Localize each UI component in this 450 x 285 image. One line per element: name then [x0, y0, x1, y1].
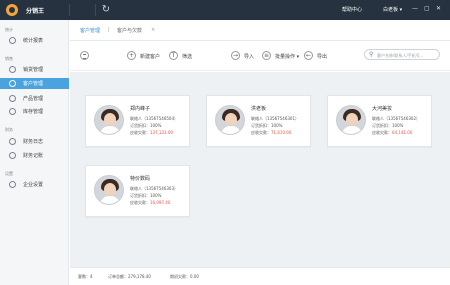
export-icon: ← [304, 51, 313, 60]
money-icon [9, 152, 16, 159]
clock-icon [9, 138, 16, 145]
sidebar-item-label: 财务日志 [23, 139, 44, 145]
customer-discount: 订货折扣：100% [372, 123, 404, 128]
breadcrumb-divider: | [108, 27, 110, 33]
customer-discount: 订货折扣：100% [130, 193, 162, 198]
sidebar-item-label: 库存管理 [23, 109, 44, 115]
sidebar-item-sales[interactable]: 销货管理 [0, 64, 69, 75]
breadcrumb-customers-debts[interactable]: 客户与欠款 [117, 27, 142, 34]
breadcrumb-customers[interactable]: 客户管理 [80, 27, 100, 34]
divider [69, 4, 70, 16]
sidebar-section-finance: 财务 [5, 127, 13, 132]
app-logo-icon [6, 4, 18, 16]
customer-debt: 应收欠款：16,097.40 [130, 200, 171, 205]
app-title: 分销王 [26, 8, 45, 15]
warehouse-icon [9, 108, 16, 115]
customer-contact: 联络人（13567546301） [251, 116, 299, 121]
sidebar-item-company-settings[interactable]: 企业设置 [0, 179, 69, 190]
customer-card-grid: 郑内峰子 联络人（13567546504） 订货折扣：100% 应收欠款：137… [70, 72, 450, 267]
customer-discount: 订货折扣：100% [130, 123, 162, 128]
plus-icon: + [127, 51, 136, 60]
customer-card[interactable]: 大河美妆 联络人（13567546302） 订货折扣：100% 应收欠款：64,… [327, 95, 432, 147]
filter-label: 筛选 [182, 54, 193, 60]
import-label: 导入 [244, 54, 255, 60]
gear-icon [9, 181, 16, 188]
sidebar-item-products[interactable]: 产品管理 [0, 93, 69, 104]
customer-name: 大河美妆 [372, 106, 393, 112]
search-icon: ⚲ [369, 51, 374, 58]
refresh-icon[interactable]: ↻ [101, 5, 111, 15]
sidebar-item-inventory[interactable]: 库存管理 [0, 106, 69, 117]
customer-name: 特价数码 [130, 176, 151, 182]
customer-count: 客数：4 [78, 274, 93, 279]
minimize-icon[interactable]: — [412, 6, 418, 12]
chart-icon [9, 37, 16, 44]
order-total: 订单总额：279,178.40 [108, 274, 151, 279]
sidebar-section-settings: 设置 [5, 171, 13, 176]
status-bar: 客数：4 订单总额：279,178.40 期初欠款：0.00 [70, 267, 450, 285]
sidebar-item-bookkeeping[interactable]: 财务记账 [0, 150, 69, 161]
import-icon: → [231, 51, 240, 60]
sidebar-item-label: 产品管理 [23, 96, 44, 102]
filter-icon: T [169, 51, 178, 60]
avatar [94, 105, 124, 135]
sidebar-item-label: 统计报表 [23, 38, 44, 44]
customer-name: 郑内峰子 [130, 106, 151, 112]
user-menu[interactable]: 白老板 ▾ [383, 6, 402, 13]
customer-discount: 订货折扣：100% [251, 123, 283, 128]
avatar [94, 175, 124, 205]
close-tab-icon[interactable]: × [151, 27, 155, 33]
avatar [215, 105, 245, 135]
toolbar: + 新建客户 T 筛选 → 导入 ≡ 批量操作 ▾ ← 导出 ⚲ 客户名称/联系… [70, 41, 450, 71]
maximize-icon[interactable]: ▢ [424, 6, 430, 12]
customer-card[interactable]: 洪老板 联络人（13567546301） 订货折扣：100% 应收欠款：71,6… [206, 95, 311, 147]
batch-actions-label: 批量操作 ▾ [275, 54, 300, 60]
sidebar-item-customers[interactable]: 客户管理 [0, 78, 69, 89]
sidebar-item-label: 财务记账 [23, 153, 44, 159]
sidebar-item-label: 销货管理 [23, 67, 44, 73]
sidebar-item-finance-log[interactable]: 财务日志 [0, 136, 69, 147]
menu-toggle-icon[interactable] [80, 51, 89, 60]
avatar [336, 105, 366, 135]
search-placeholder: 客户名称/联系人/手机号... [377, 53, 424, 58]
new-customer-label: 新建客户 [140, 54, 161, 60]
sidebar: 统计 统计报表 销售 销货管理 客户管理 产品管理 库存管理 财务 财务日志 财… [0, 20, 69, 285]
divider [95, 4, 96, 16]
box-icon [9, 95, 16, 102]
cart-icon [9, 66, 16, 73]
user-icon [9, 80, 16, 87]
customer-debt: 应收欠款：71,610.00 [251, 130, 292, 135]
customer-contact: 联络人（13567546303） [130, 186, 178, 191]
customer-debt: 应收欠款：137,133.00 [130, 130, 173, 135]
title-bar: 分销王 ↻ 帮助中心 白老板 ▾ — ▢ ✕ [0, 0, 450, 20]
sidebar-item-label: 企业设置 [23, 182, 44, 188]
sidebar-section-stats: 统计 [5, 27, 13, 32]
customer-name: 洪老板 [251, 106, 267, 112]
sidebar-item-reports[interactable]: 统计报表 [0, 35, 69, 46]
customer-contact: 联络人（13567546504） [130, 116, 178, 121]
help-center-link[interactable]: 帮助中心 [342, 6, 362, 13]
breadcrumb: 客户管理 | 客户与欠款 × [70, 20, 450, 41]
customer-debt: 应收欠款：64,141.00 [372, 130, 413, 135]
sidebar-section-sales: 销售 [5, 56, 13, 61]
customer-card[interactable]: 特价数码 联络人（13567546303） 订货折扣：100% 应收欠款：16,… [85, 165, 190, 217]
list-icon: ≡ [262, 51, 271, 60]
opening-debt: 期初欠款：0.00 [170, 274, 199, 279]
customer-contact: 联络人（13567546302） [372, 116, 420, 121]
search-input[interactable]: ⚲ 客户名称/联系人/手机号... [364, 49, 440, 60]
customer-card[interactable]: 郑内峰子 联络人（13567546504） 订货折扣：100% 应收欠款：137… [85, 95, 190, 147]
export-label: 导出 [317, 54, 328, 60]
sidebar-item-label: 客户管理 [23, 81, 44, 87]
close-icon[interactable]: ✕ [436, 6, 441, 12]
